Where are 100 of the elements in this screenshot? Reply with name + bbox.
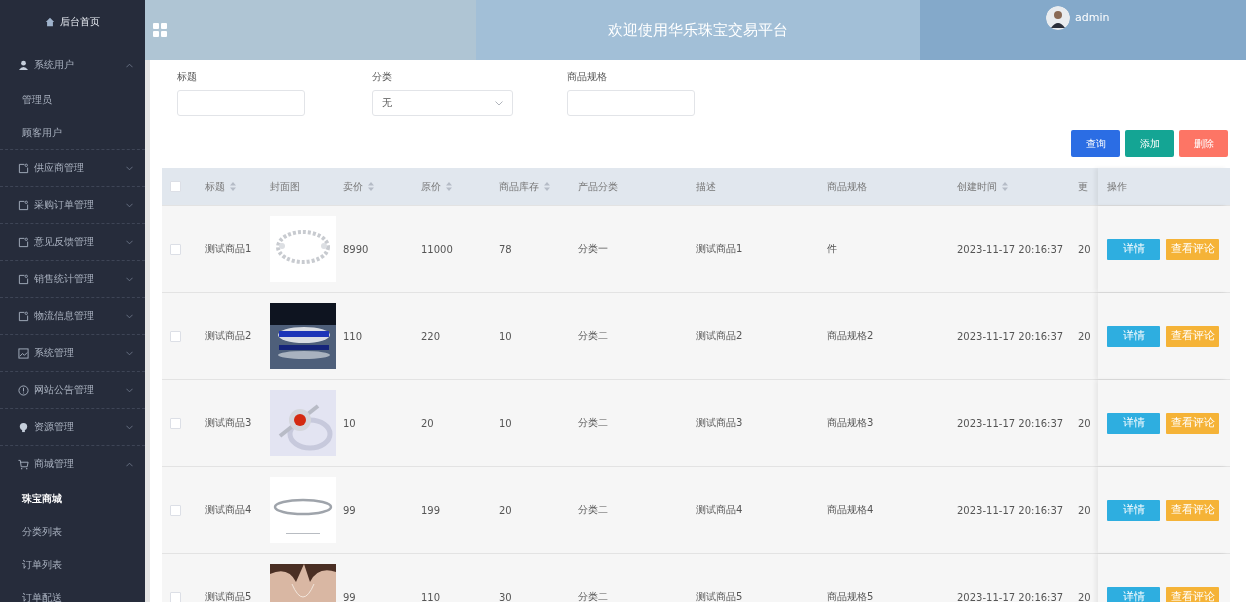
input-field[interactable]	[567, 90, 695, 116]
table-cell: 商品规格2	[827, 329, 874, 343]
menu-group[interactable]: 商城管理	[0, 446, 145, 482]
column-header[interactable]: 标题	[200, 168, 265, 205]
search-button[interactable]: 查询	[1071, 130, 1120, 157]
menu-group[interactable]: 物流信息管理	[0, 298, 145, 334]
table-cell: 测试商品2	[205, 329, 252, 343]
column-header[interactable]: 卖价	[338, 168, 416, 205]
info-icon	[18, 384, 29, 396]
chevron-down-icon	[126, 276, 133, 282]
table-cell: 10	[499, 330, 512, 342]
table-cell: 2023-11-17 20:16:37	[957, 504, 1064, 516]
table-cell: 分类二	[578, 416, 608, 430]
table-cell: 20	[1078, 417, 1091, 429]
user-name[interactable]: admin	[1075, 6, 1110, 30]
menu-group[interactable]: 供应商管理	[0, 150, 145, 186]
column-header[interactable]: 商品库存	[494, 168, 573, 205]
menu-group[interactable]: 意见反馈管理	[0, 224, 145, 260]
category-select[interactable]: 无	[372, 90, 513, 116]
details-button[interactable]: 详情	[1107, 586, 1160, 602]
table-cell: 商品规格5	[827, 590, 874, 602]
chevron-down-icon	[126, 387, 133, 393]
menu-item[interactable]: 分类列表	[0, 515, 145, 548]
chevron-down-icon	[126, 239, 133, 245]
checkbox[interactable]	[170, 504, 181, 516]
sort-icon[interactable]	[230, 182, 236, 191]
table-cell: 99	[343, 504, 356, 516]
document-icon	[18, 199, 29, 211]
chevron-up-icon	[126, 62, 133, 68]
details-button[interactable]: 详情	[1107, 499, 1160, 521]
table-cell: 2023-11-17 20:16:37	[957, 591, 1064, 602]
table-cell: 分类二	[578, 503, 608, 517]
table-cell: 测试商品2	[696, 329, 743, 343]
chevron-down-icon	[126, 424, 133, 430]
table-cell: 20	[1078, 591, 1091, 602]
table-cell: 20	[1078, 330, 1091, 342]
add-button[interactable]: 添加	[1125, 130, 1174, 157]
table-cell: 测试商品3	[696, 416, 743, 430]
table-cell: 78	[499, 243, 512, 255]
home-menu-item[interactable]: 后台首页	[0, 0, 145, 44]
chevron-down-icon	[126, 350, 133, 356]
column-header: 商品规格	[826, 179, 868, 194]
user-icon	[18, 59, 29, 71]
checkbox[interactable]	[170, 417, 181, 429]
details-button[interactable]: 详情	[1107, 412, 1160, 434]
chevron-up-icon	[126, 461, 133, 467]
column-header: 封面图	[269, 179, 301, 194]
chevron-down-icon	[126, 202, 133, 208]
table-cell: 20	[421, 417, 434, 429]
column-header[interactable]: 原价	[416, 168, 494, 205]
input-field[interactable]	[177, 90, 305, 116]
menu-group[interactable]: 销售统计管理	[0, 261, 145, 297]
table-cell: 分类二	[578, 329, 608, 343]
menu-item[interactable]: 顾客用户	[0, 116, 145, 149]
table-cell: 2023-11-17 20:16:37	[957, 330, 1064, 342]
menu-group[interactable]: 网站公告管理	[0, 372, 145, 408]
table-cell: 11000	[421, 243, 453, 255]
table-cell: 10	[499, 417, 512, 429]
column-header: 更	[1077, 179, 1089, 194]
column-header[interactable]: 创建时间	[952, 168, 1076, 205]
menu-group[interactable]: 采购订单管理	[0, 187, 145, 223]
checkbox[interactable]	[170, 181, 181, 192]
filter-label: 分类	[372, 70, 393, 84]
table-cell: 测试商品4	[696, 503, 743, 517]
menu-group[interactable]: 系统管理	[0, 335, 145, 371]
checkbox[interactable]	[170, 591, 181, 602]
table-cell: 商品规格3	[827, 416, 874, 430]
column-header: 描述	[695, 179, 717, 194]
menu-item[interactable]: 订单配送	[0, 581, 145, 602]
avatar[interactable]	[1046, 6, 1070, 30]
checkbox[interactable]	[170, 243, 181, 255]
table-cell: 测试商品1	[696, 242, 743, 256]
delete-button[interactable]: 删除	[1179, 130, 1228, 157]
table-cell: 8990	[343, 243, 369, 255]
column-header: 产品分类	[577, 179, 619, 194]
image-icon	[18, 347, 29, 359]
table-cell: 测试商品5	[205, 590, 252, 602]
table-cell: 110	[421, 591, 441, 602]
menu-item[interactable]: 订单列表	[0, 548, 145, 581]
table-cell: 30	[499, 591, 512, 602]
table-cell: 测试商品4	[205, 503, 252, 517]
sort-icon[interactable]	[368, 182, 374, 191]
menu-group[interactable]: 系统用户	[0, 47, 145, 83]
table-cell: 10	[343, 417, 356, 429]
table-cell: 110	[343, 330, 363, 342]
menu-item[interactable]: 管理员	[0, 83, 145, 116]
table-cell: 件	[827, 242, 837, 256]
sort-icon[interactable]	[1002, 182, 1008, 191]
sort-icon[interactable]	[446, 182, 452, 191]
grid-menu-icon[interactable]	[153, 23, 167, 37]
table-cell: 分类二	[578, 590, 608, 602]
details-button[interactable]: 详情	[1107, 238, 1160, 260]
menu-item[interactable]: 珠宝商城	[0, 482, 145, 515]
sort-icon[interactable]	[544, 182, 550, 191]
table-cell: 199	[421, 504, 441, 516]
document-icon	[18, 236, 29, 248]
details-button[interactable]: 详情	[1107, 325, 1160, 347]
menu-group[interactable]: 资源管理	[0, 409, 145, 445]
table-cell: 99	[343, 591, 356, 602]
checkbox[interactable]	[170, 330, 181, 342]
